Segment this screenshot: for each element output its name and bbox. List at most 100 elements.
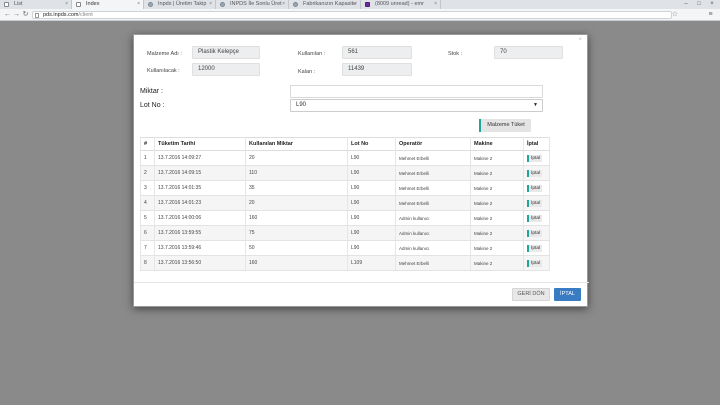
- window-close-icon[interactable]: ×: [706, 0, 718, 9]
- cancel-row-button[interactable]: İptal: [527, 169, 543, 177]
- consume-material-button[interactable]: Malzeme Tüket: [479, 119, 531, 132]
- table-row: 5 13.7.2016 14:00:06 160 L90 Admin kulla…: [140, 210, 550, 226]
- browser-tab-bar: List × Index × Inpds | Üretim Takip × IN…: [0, 0, 720, 9]
- lot-select[interactable]: L90 ▼: [290, 99, 543, 112]
- stock-label: Stok :: [448, 51, 463, 57]
- tab-inpds-sonlu[interactable]: INPDS İle Sonlu Üret ×: [216, 0, 289, 9]
- row-cancel-cell: İptal: [523, 180, 550, 196]
- tab-fabrika[interactable]: Fabrikanızın Kapasite ×: [289, 0, 361, 9]
- row-no: 7: [140, 240, 155, 256]
- row-qty: 110: [245, 165, 348, 181]
- row-qty: 20: [245, 150, 348, 166]
- lot-label: Lot No :: [140, 102, 165, 109]
- reload-icon[interactable]: ↻: [21, 10, 30, 19]
- cancel-row-button[interactable]: İptal: [527, 214, 543, 222]
- material-name-label: Malzeme Adı :: [147, 51, 182, 57]
- row-date: 13.7.2016 14:09:27: [154, 150, 246, 166]
- close-tab-icon[interactable]: ×: [434, 1, 437, 7]
- forward-arrow-icon[interactable]: →: [12, 10, 21, 19]
- url-path: /client: [78, 12, 93, 18]
- modal-footer-divider: [134, 282, 589, 283]
- material-name-value: Plastik Kelepçe: [192, 46, 260, 59]
- row-date: 13.7.2016 13:59:55: [154, 225, 246, 241]
- row-date: 13.7.2016 14:09:15: [154, 165, 246, 181]
- table-row: 8 13.7.2016 13:56:50 160 L109 Mehmet Erb…: [140, 255, 550, 271]
- row-machine: Makine 2: [470, 195, 524, 211]
- tab-index[interactable]: Index ×: [72, 0, 144, 9]
- row-date: 13.7.2016 13:59:46: [154, 240, 246, 256]
- row-operator: Admin kullanıcı: [395, 210, 471, 226]
- tab-title: Index: [86, 1, 100, 7]
- cancel-row-button[interactable]: İptal: [527, 244, 543, 252]
- to-use-label: Kullanılacak :: [147, 68, 180, 74]
- close-icon[interactable]: ×: [578, 37, 582, 43]
- close-tab-icon[interactable]: ×: [209, 1, 212, 7]
- row-no: 3: [140, 180, 155, 196]
- lot-selected-value: L90: [296, 102, 307, 108]
- cancel-row-button[interactable]: İptal: [527, 259, 543, 267]
- row-qty: 20: [245, 195, 348, 211]
- back-arrow-icon[interactable]: ←: [3, 10, 12, 19]
- tab-title: (8009 unread) - emr: [375, 1, 424, 7]
- row-operator: Admin kullanıcı: [395, 240, 471, 256]
- row-no: 8: [140, 255, 155, 271]
- row-cancel-cell: İptal: [523, 165, 550, 181]
- close-tab-icon[interactable]: ×: [65, 1, 68, 7]
- close-tab-icon[interactable]: ×: [354, 1, 357, 7]
- page-icon: [4, 2, 9, 7]
- cancel-button[interactable]: İPTAL: [554, 288, 581, 301]
- row-date: 13.7.2016 14:01:35: [154, 180, 246, 196]
- col-header-cancel: İptal: [523, 137, 550, 151]
- consumption-table: # Tüketim Tarihi Kullanılan Miktar Lot N…: [140, 137, 550, 271]
- url-input[interactable]: pds.inpds.com/client: [32, 11, 672, 19]
- table-header-row: # Tüketim Tarihi Kullanılan Miktar Lot N…: [140, 137, 550, 151]
- url-host: pds.inpds.com: [43, 12, 79, 18]
- minimize-icon[interactable]: –: [680, 0, 692, 9]
- cancel-row-button[interactable]: İptal: [527, 199, 543, 207]
- tab-title: Fabrikanızın Kapasite: [303, 1, 357, 7]
- col-header-lot: Lot No: [347, 137, 396, 151]
- tab-mail[interactable]: (8009 unread) - emr ×: [361, 0, 441, 9]
- row-cancel-cell: İptal: [523, 240, 550, 256]
- row-lot: L109: [347, 255, 396, 271]
- tab-inpds-uretim[interactable]: Inpds | Üretim Takip ×: [144, 0, 216, 9]
- row-machine: Makine 2: [470, 180, 524, 196]
- cancel-row-button[interactable]: İptal: [527, 184, 543, 192]
- table-row: 1 13.7.2016 14:09:27 20 L90 Mehmet Erbel…: [140, 150, 550, 166]
- close-tab-icon[interactable]: ×: [137, 1, 140, 7]
- cancel-row-button[interactable]: İptal: [527, 154, 543, 162]
- row-machine: Makine 2: [470, 165, 524, 181]
- page-icon: [76, 2, 81, 7]
- row-machine: Makine 2: [470, 210, 524, 226]
- row-no: 2: [140, 165, 155, 181]
- used-value: 561: [342, 46, 412, 59]
- globe-icon: [220, 2, 225, 7]
- page-icon: [35, 13, 39, 18]
- row-cancel-cell: İptal: [523, 255, 550, 271]
- maximize-icon[interactable]: □: [693, 0, 705, 9]
- table-row: 7 13.7.2016 13:59:46 50 L90 Admin kullan…: [140, 240, 550, 256]
- col-header-date: Tüketim Tarihi: [154, 137, 246, 151]
- row-machine: Makine 2: [470, 255, 524, 271]
- row-cancel-cell: İptal: [523, 195, 550, 211]
- tab-list[interactable]: List ×: [0, 0, 72, 9]
- remaining-label: Kalan :: [298, 69, 316, 75]
- row-lot: L90: [347, 150, 396, 166]
- row-qty: 35: [245, 180, 348, 196]
- row-lot: L90: [347, 180, 396, 196]
- row-machine: Makine 2: [470, 225, 524, 241]
- tab-title: Inpds | Üretim Takip: [158, 1, 207, 7]
- row-qty: 160: [245, 210, 348, 226]
- menu-icon[interactable]: ≡: [706, 10, 715, 19]
- col-header-no: #: [140, 137, 155, 151]
- row-no: 6: [140, 225, 155, 241]
- row-machine: Makine 2: [470, 240, 524, 256]
- go-back-button[interactable]: GERİ DÖN: [512, 288, 550, 301]
- row-operator: Mehmet Erbelli: [395, 165, 471, 181]
- stock-value: 70: [494, 46, 563, 59]
- cancel-row-button[interactable]: İptal: [527, 229, 543, 237]
- quantity-input[interactable]: [290, 85, 543, 98]
- bookmark-star-icon[interactable]: ☆: [672, 10, 678, 18]
- close-tab-icon[interactable]: ×: [282, 1, 285, 7]
- row-cancel-cell: İptal: [523, 210, 550, 226]
